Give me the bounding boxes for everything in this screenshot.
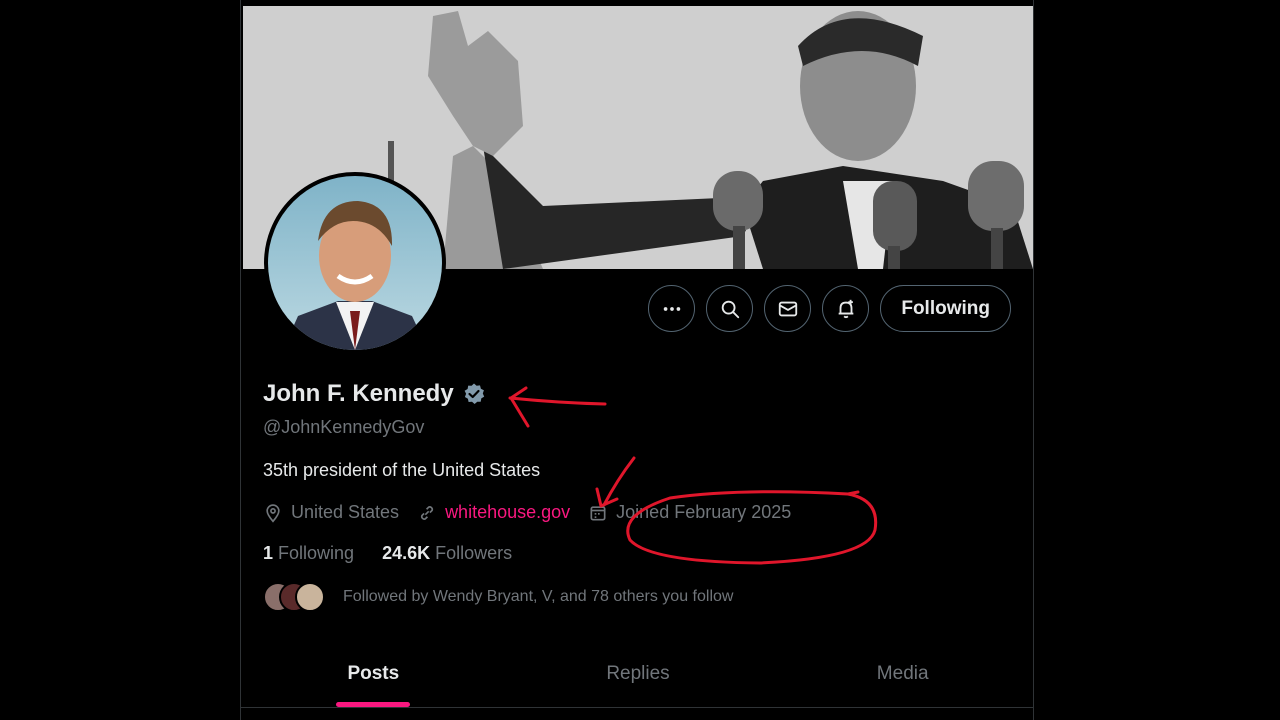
active-tab-indicator bbox=[336, 702, 411, 707]
search-button[interactable] bbox=[706, 285, 754, 332]
profile-meta: United States whitehouse.gov Joined Febr… bbox=[263, 502, 809, 523]
following-count: 1 bbox=[263, 543, 274, 563]
profile-name-row: John F. Kennedy bbox=[263, 380, 486, 408]
following-label: Following bbox=[278, 543, 355, 563]
tab-media[interactable]: Media bbox=[770, 640, 1033, 707]
location-item: United States bbox=[263, 502, 399, 523]
verified-badge-icon[interactable] bbox=[462, 382, 486, 406]
follower-avatars bbox=[263, 582, 329, 612]
followed-by-text: Followed by Wendy Bryant, V, and 78 othe… bbox=[343, 588, 734, 605]
more-horizontal-icon bbox=[663, 306, 681, 311]
website-link[interactable]: whitehouse.gov bbox=[445, 502, 570, 523]
followers-label: Followers bbox=[435, 543, 513, 563]
followers-count-link[interactable]: 24.6K Followers bbox=[382, 543, 512, 564]
tab-label: Replies bbox=[606, 662, 670, 684]
follow-counts: 1 Following 24.6K Followers bbox=[263, 543, 512, 564]
joined-text: Joined February 2025 bbox=[616, 502, 792, 522]
more-button[interactable] bbox=[648, 285, 696, 332]
profile-name: John F. Kennedy bbox=[263, 380, 454, 407]
profile-tabs: Posts Replies Media bbox=[241, 640, 1033, 708]
profile-handle: @JohnKennedyGov bbox=[263, 417, 425, 437]
location-text: United States bbox=[291, 502, 400, 522]
profile-bio: 35th president of the United States bbox=[263, 460, 541, 480]
profile-avatar[interactable] bbox=[264, 172, 446, 354]
followed-by-row[interactable]: Followed by Wendy Bryant, V, and 78 othe… bbox=[263, 582, 733, 612]
link-icon bbox=[421, 505, 434, 520]
following-count-link[interactable]: 1 Following bbox=[263, 543, 354, 564]
message-button[interactable] bbox=[764, 285, 812, 332]
calendar-icon bbox=[590, 505, 606, 520]
envelope-icon bbox=[778, 301, 798, 316]
tab-posts[interactable]: Posts bbox=[241, 640, 506, 707]
profile-actions: Following bbox=[648, 285, 1011, 332]
search-icon bbox=[721, 300, 740, 318]
profile-panel: Following John F. Kennedy @JohnKennedyGo… bbox=[240, 0, 1034, 720]
tab-label: Media bbox=[876, 662, 929, 684]
tab-replies[interactable]: Replies bbox=[506, 640, 771, 707]
avatar bbox=[295, 582, 325, 612]
following-button[interactable]: Following bbox=[880, 285, 1011, 332]
bell-plus-icon bbox=[838, 299, 854, 318]
tab-label: Posts bbox=[347, 662, 400, 684]
website-item: whitehouse.gov bbox=[417, 502, 570, 523]
joined-item: Joined February 2025 bbox=[588, 502, 791, 523]
location-pin-icon bbox=[266, 503, 280, 523]
notifications-button[interactable] bbox=[822, 285, 870, 332]
followers-count: 24.6K bbox=[382, 543, 431, 563]
